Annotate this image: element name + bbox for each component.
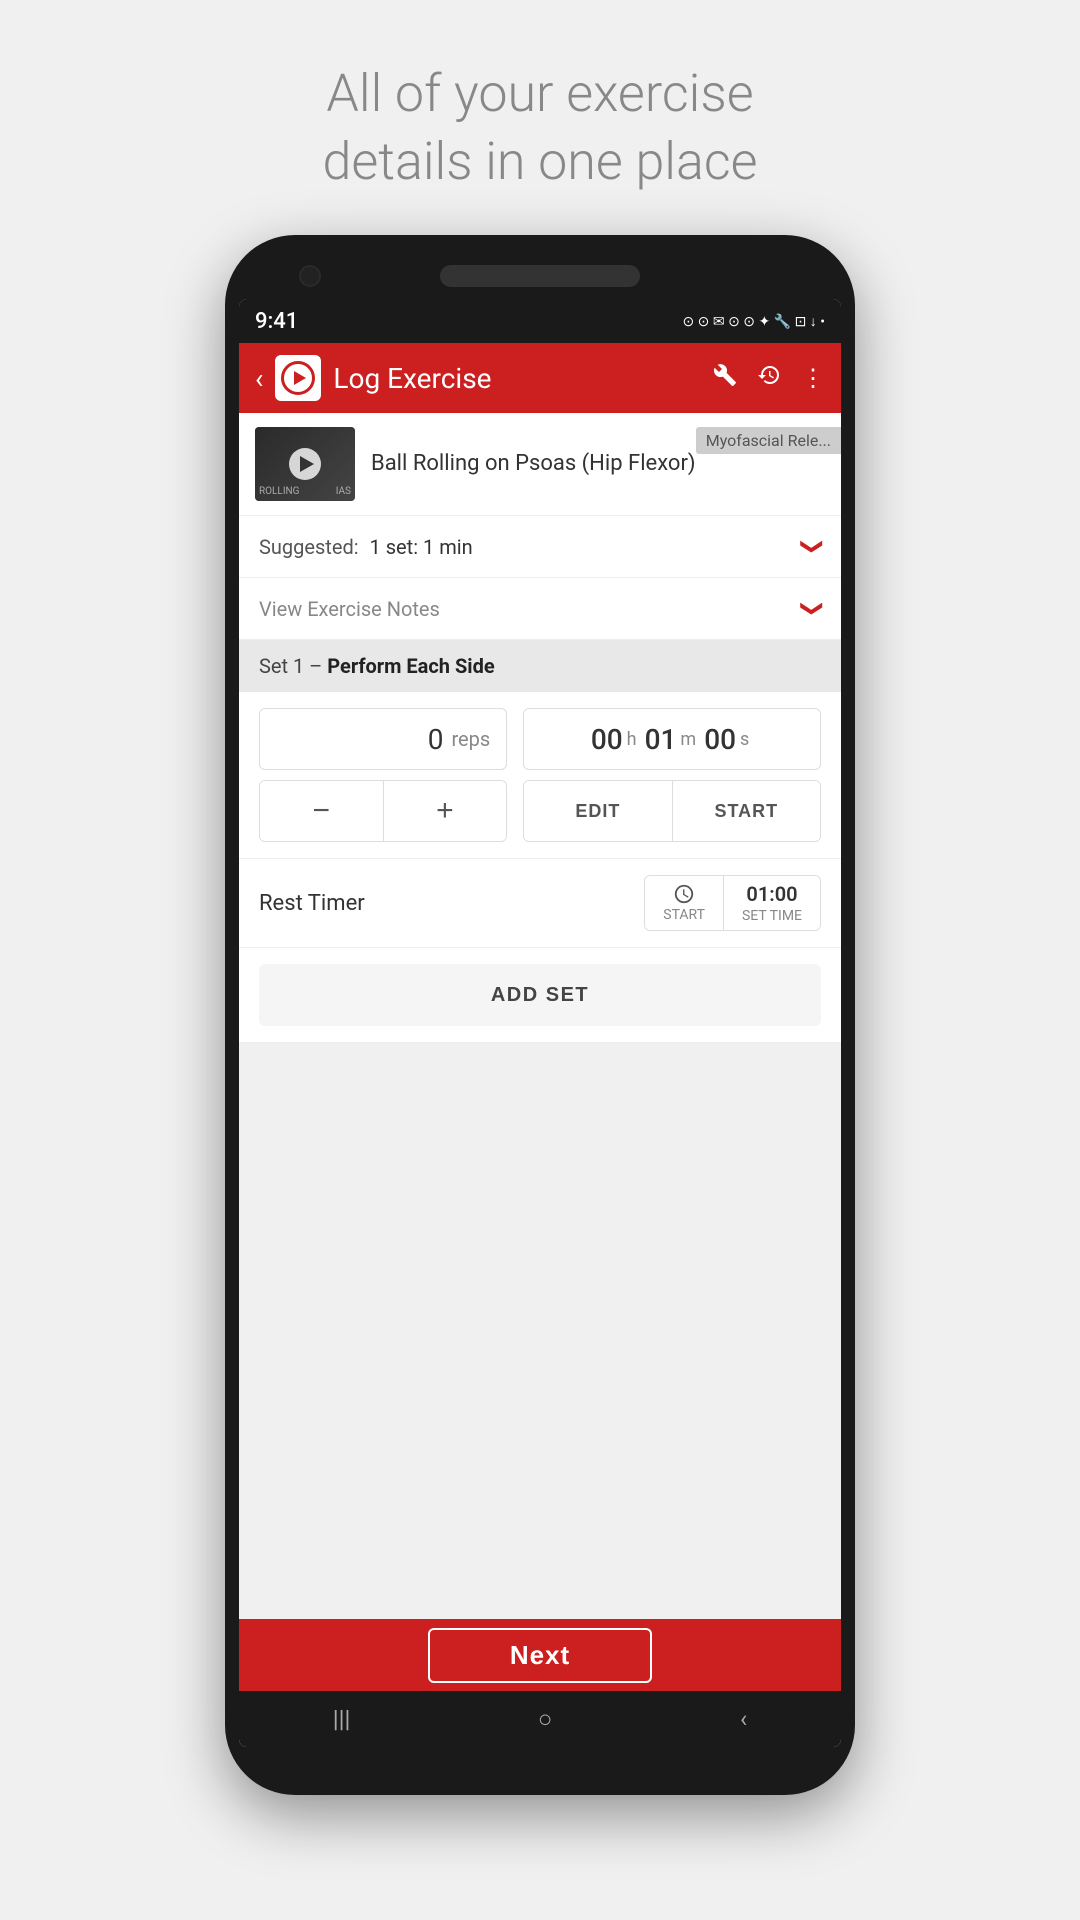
suggested-value: 1 set: 1 min [370, 535, 473, 559]
add-set-button[interactable]: ADD SET [259, 964, 821, 1026]
rest-timer-time-value: 01:00 [746, 882, 797, 906]
next-button[interactable]: Next [428, 1628, 652, 1683]
suggested-chevron-icon: ❯ [799, 537, 824, 555]
exercise-name: Ball Rolling on Psoas (Hip Flexor) [355, 450, 825, 479]
view-notes-text: View Exercise Notes [259, 597, 793, 621]
timer-edit-button[interactable]: EDIT [524, 781, 672, 841]
nav-home-icon[interactable]: ○ [538, 1705, 553, 1734]
phone-screen: 9:41 ⊙ ⊙ ✉ ⊙ ⊙ ✦ 🔧 ⊡ ↓ • ‹ Log Exercise [239, 299, 841, 1747]
phone-bottom [239, 1755, 841, 1775]
suggested-row[interactable]: Suggested: 1 set: 1 min ❯ [239, 516, 841, 578]
app-logo [275, 355, 321, 401]
timer-seconds: 00 [704, 723, 736, 756]
timer-hours: 00 [591, 723, 623, 756]
timer-buttons: EDIT START [523, 780, 821, 842]
phone-top-bar [239, 265, 841, 287]
rest-timer-start-button[interactable]: START [645, 876, 724, 930]
timer-minutes: 01 [645, 723, 677, 756]
timer-start-button[interactable]: START [673, 781, 820, 841]
reps-buttons: − + [259, 780, 507, 842]
reps-section: 0 reps − + [259, 708, 507, 842]
more-options-icon[interactable]: ⋮ [801, 364, 825, 392]
nav-menu-icon[interactable]: ||| [333, 1705, 351, 1733]
app-bar: ‹ Log Exercise [239, 343, 841, 413]
timer-seconds-label: s [740, 729, 749, 750]
status-time: 9:41 [255, 309, 298, 334]
exercise-thumbnail[interactable]: ROLLING IAS [255, 427, 355, 501]
history-icon[interactable] [757, 363, 781, 393]
phone-camera [299, 265, 321, 287]
content-area: ROLLING IAS Ball Rolling on Psoas (Hip F… [239, 413, 841, 1747]
set-header-text: Set 1 – [259, 654, 327, 678]
set-header: Set 1 – Perform Each Side [239, 640, 841, 692]
reps-value: 0 [428, 723, 444, 756]
exercise-card: ROLLING IAS Ball Rolling on Psoas (Hip F… [239, 413, 841, 516]
timer-display: 00 h 01 m 00 s [523, 708, 821, 770]
app-bar-back-button[interactable]: ‹ [255, 362, 263, 395]
notes-chevron-icon: ❯ [799, 599, 824, 617]
status-icon-wifi: ⊙ ⊙ ✉ ⊙ ⊙ ✦ 🔧 ⊡ ↓ • [682, 313, 825, 330]
timer-minutes-label: m [680, 729, 696, 750]
rest-timer-row: Rest Timer START 01:00 SET TIME [239, 858, 841, 948]
status-icons: ⊙ ⊙ ✉ ⊙ ⊙ ✦ 🔧 ⊡ ↓ • [682, 313, 825, 330]
bottom-next-bar: Next [239, 1619, 841, 1691]
app-bar-actions: ⋮ [713, 363, 825, 393]
wrench-icon[interactable] [713, 363, 737, 393]
suggested-label: Suggested: [259, 535, 359, 559]
rest-timer-label: Rest Timer [259, 891, 644, 916]
rest-timer-set-time-label: SET TIME [742, 908, 802, 924]
page-headline: All of your exercise details in one plac… [322, 60, 757, 195]
thumbnail-text: ROLLING [259, 486, 299, 497]
reps-unit-label: reps [451, 727, 490, 751]
exercise-category-badge: Myofascial Rele... [696, 427, 841, 454]
rest-timer-start-label: START [663, 907, 705, 923]
clock-icon [673, 883, 695, 905]
play-button[interactable] [289, 448, 321, 480]
rest-timer-set-time-button[interactable]: 01:00 SET TIME [724, 876, 820, 930]
set-header-bold: Perform Each Side [327, 654, 494, 678]
status-bar: 9:41 ⊙ ⊙ ✉ ⊙ ⊙ ✦ 🔧 ⊡ ↓ • [239, 299, 841, 343]
bottom-nav: ||| ○ ‹ [239, 1691, 841, 1747]
empty-space [239, 1043, 841, 1619]
add-set-section: ADD SET [239, 948, 841, 1043]
app-bar-title: Log Exercise [333, 362, 701, 395]
view-notes-row[interactable]: View Exercise Notes ❯ [239, 578, 841, 640]
reps-increment-button[interactable]: + [384, 781, 507, 841]
nav-back-icon[interactable]: ‹ [740, 1705, 747, 1733]
set-controls: 0 reps − + 00 h 01 m 00 [239, 692, 841, 858]
timer-section: 00 h 01 m 00 s EDIT START [523, 708, 821, 842]
headline-line2: details in one place [322, 131, 757, 192]
reps-display: 0 reps [259, 708, 507, 770]
suggested-text: Suggested: 1 set: 1 min [259, 535, 793, 559]
rest-timer-controls: START 01:00 SET TIME [644, 875, 821, 931]
timer-hours-label: h [627, 729, 637, 750]
headline-line1: All of your exercise [326, 63, 753, 124]
phone-shell: 9:41 ⊙ ⊙ ✉ ⊙ ⊙ ✦ 🔧 ⊡ ↓ • ‹ Log Exercise [225, 235, 855, 1795]
phone-speaker [440, 265, 640, 287]
reps-decrement-button[interactable]: − [260, 781, 384, 841]
